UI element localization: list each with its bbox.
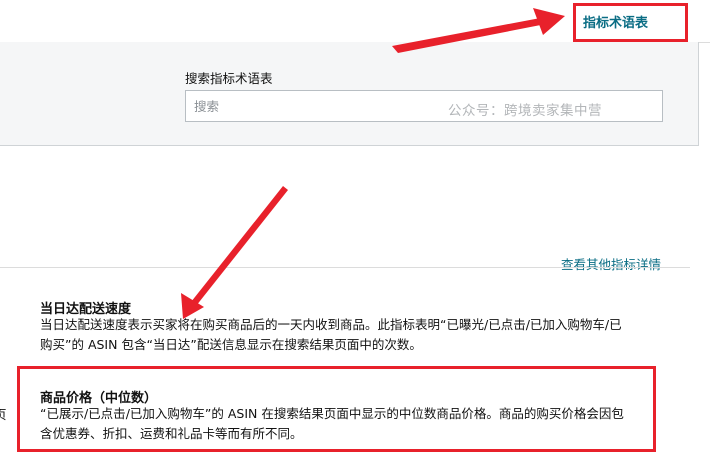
section-divider [0,267,690,268]
arrow-to-delivery-text [181,186,288,319]
metric-description: “已展示/已点击/已加入购物车”的 ASIN 在搜索结果页面中显示的中位数商品价… [40,406,624,441]
metric-description: 当日达配送速度表示买家将在购买商品后的一天内收到商品。此指标表明“已曝光/已点击… [40,317,622,352]
search-label: 搜索指标术语表 [185,71,273,86]
search-input[interactable] [185,90,663,122]
top-bar: 指标术语表 [0,0,710,43]
edge-text: 页 [0,407,7,422]
search-panel: 搜索指标术语表 公众号：跨境卖家集中营 [0,42,699,146]
more-metrics-link[interactable]: 查看其他指标详情 [561,254,661,273]
glossary-link[interactable]: 指标术语表 [583,12,648,31]
